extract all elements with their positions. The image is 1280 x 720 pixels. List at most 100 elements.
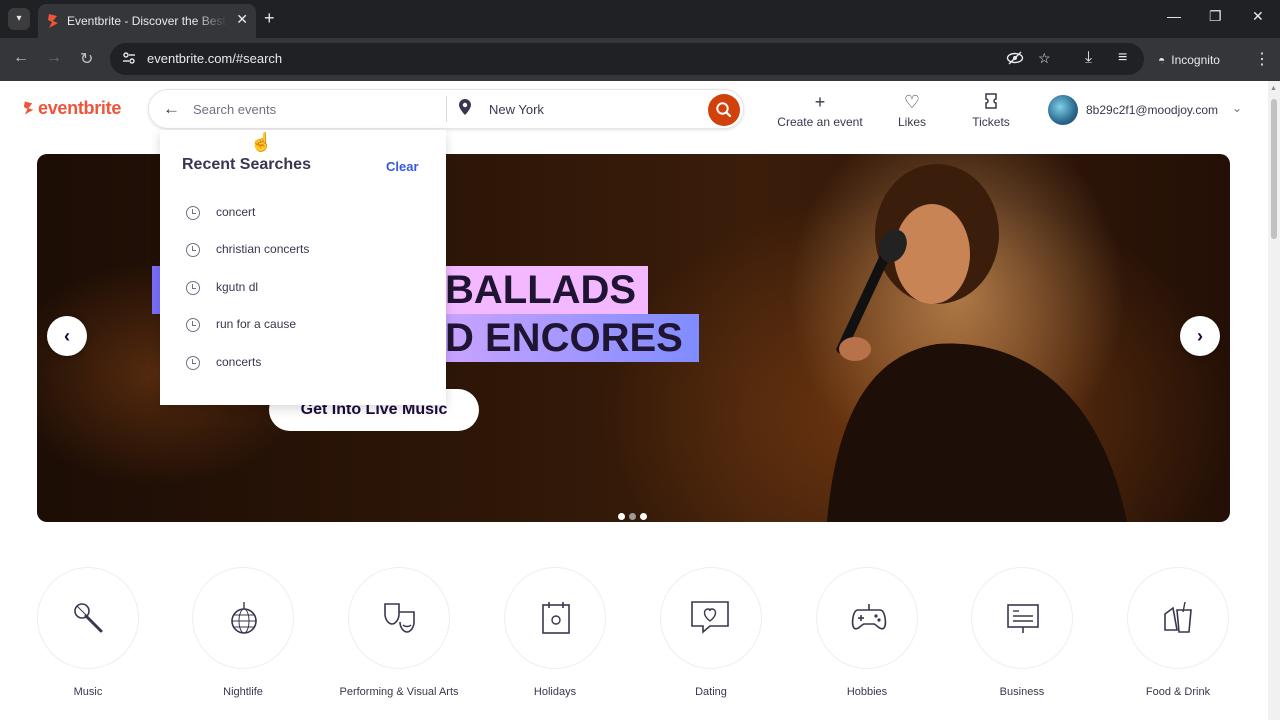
category-circle[interactable] [660, 567, 762, 669]
user-avatar[interactable] [1048, 95, 1078, 125]
omnibox[interactable]: eventbrite.com/#search ☆ [110, 43, 1144, 75]
clock-icon [186, 356, 200, 370]
category-circle[interactable] [192, 567, 294, 669]
carousel-dot[interactable] [640, 513, 647, 520]
category-name: Nightlife [223, 686, 263, 698]
category-holidays[interactable]: Holidays [490, 567, 620, 700]
recent-search-item[interactable]: concert [184, 203, 424, 227]
site-settings-icon[interactable] [122, 51, 136, 65]
incognito-indicator[interactable]: ◓ Incognito [1150, 46, 1228, 74]
download-icon[interactable]: ⤓ [1085, 49, 1092, 67]
browser-menu-icon[interactable]: ⋮ [1254, 49, 1270, 69]
calendar-sun-icon [542, 602, 570, 634]
category-hobbies[interactable]: Hobbies [802, 567, 932, 700]
search-icon [716, 102, 732, 118]
recent-search-item[interactable]: run for a cause [184, 315, 424, 339]
category-circle[interactable] [37, 567, 139, 669]
back-icon[interactable]: ← [13, 49, 29, 67]
window-close-button[interactable]: ✕ [1252, 8, 1264, 25]
category-performing-visual-arts[interactable]: Performing & Visual Arts [334, 567, 464, 700]
clock-icon [186, 281, 200, 295]
theater-masks-icon [384, 603, 415, 633]
location-value[interactable]: New York [489, 102, 544, 117]
category-business[interactable]: Business [957, 567, 1087, 700]
eventbrite-page: eventbrite ← New York + Create an event … [0, 81, 1280, 720]
category-food-drink[interactable]: Food & Drink [1113, 567, 1243, 700]
forward-icon[interactable]: → [46, 49, 62, 67]
new-tab-button[interactable]: + [264, 8, 275, 28]
page-scrollbar[interactable]: ▲ [1268, 81, 1280, 720]
eventbrite-logo[interactable]: eventbrite [22, 98, 121, 119]
search-back-arrow-icon[interactable]: ← [163, 99, 180, 119]
disco-ball-icon [231, 602, 257, 634]
category-nightlife[interactable]: Nightlife [178, 567, 308, 700]
window-minimize-button[interactable]: — [1167, 8, 1181, 24]
eventbrite-logo-mark-icon [23, 101, 34, 115]
heart-icon: ♡ [903, 92, 921, 112]
tab-close-icon[interactable]: ✕ [236, 11, 248, 28]
carousel-prev-button[interactable]: ‹ [47, 316, 87, 356]
recent-search-label: christian concerts [216, 242, 310, 256]
url-text[interactable]: eventbrite.com/#search [147, 51, 282, 66]
recent-search-label: concert [216, 205, 256, 219]
category-name: Holidays [533, 686, 577, 698]
category-dating[interactable]: Dating [646, 567, 776, 700]
carousel-next-button[interactable]: › [1180, 316, 1220, 356]
recent-searches-title: Recent Searches [182, 156, 311, 173]
search-bar: ← New York [148, 89, 744, 129]
bookmark-star-icon[interactable]: ☆ [1038, 50, 1051, 67]
search-events-input[interactable] [193, 96, 433, 122]
account-chevron-down-icon[interactable]: ⌄ [1232, 101, 1242, 115]
likes-link[interactable]: ♡ Likes [892, 93, 932, 129]
eventbrite-favicon-icon [48, 14, 58, 28]
tickets-link[interactable]: Tickets [968, 93, 1014, 129]
hand-pointer-cursor-icon: ☝ [250, 132, 273, 152]
browser-tab-active[interactable]: Eventbrite - Discover the Best Local Eve… [38, 4, 256, 38]
incognito-icon: ◓ [1158, 53, 1166, 67]
category-circle[interactable] [1127, 567, 1229, 669]
browser-address-bar: ← → ↻ eventbrite.com/#search ☆ ⤓ ≡ ◓ Inco… [0, 38, 1280, 81]
carousel-dot[interactable] [629, 513, 636, 520]
gamepad-icon [851, 604, 887, 630]
category-circle[interactable] [504, 567, 606, 669]
category-music[interactable]: Music [23, 567, 153, 700]
tracking-protection-eye-icon[interactable] [1006, 50, 1024, 69]
clear-recent-searches-button[interactable]: Clear [386, 159, 419, 174]
likes-label: Likes [897, 115, 926, 129]
chat-heart-icon [691, 601, 729, 634]
recent-search-item[interactable]: kgutn dl [184, 278, 424, 302]
media-playlist-icon[interactable]: ≡ [1118, 49, 1127, 67]
recent-search-item[interactable]: concerts [184, 353, 424, 377]
category-name: Dating [695, 686, 727, 698]
recent-search-item[interactable]: christian concerts [184, 240, 424, 264]
recent-searches-dropdown: Recent Searches Clear concert christian … [160, 130, 446, 405]
scrollbar-thumb[interactable] [1271, 99, 1277, 239]
category-name: Food & Drink [1145, 686, 1211, 698]
create-event-link[interactable]: + Create an event [776, 93, 864, 129]
tab-search-menu-button[interactable]: ▾ [8, 8, 30, 30]
create-event-label: Create an event [777, 115, 863, 129]
category-name: Hobbies [846, 686, 888, 698]
presentation-board-icon [1007, 604, 1039, 633]
tickets-label: Tickets [972, 115, 1010, 129]
clock-icon [186, 243, 200, 257]
search-submit-button[interactable] [708, 94, 740, 126]
carousel-dots [616, 507, 649, 522]
category-name: Music [73, 686, 103, 698]
reload-icon[interactable]: ↻ [80, 49, 93, 69]
singer-photo [827, 164, 1127, 522]
category-circle[interactable] [348, 567, 450, 669]
plus-icon: + [814, 92, 826, 112]
scroll-up-arrow-icon[interactable]: ▲ [1270, 85, 1277, 92]
category-circle[interactable] [971, 567, 1073, 669]
clock-icon [186, 318, 200, 332]
category-circle[interactable] [816, 567, 918, 669]
category-name: Performing & Visual Arts [339, 686, 459, 698]
drinks-icon [1164, 601, 1192, 633]
window-restore-button[interactable]: ❐ [1209, 8, 1222, 25]
carousel-dot[interactable] [618, 513, 625, 520]
user-email[interactable]: 8b29c2f1@moodjoy.com [1086, 103, 1218, 117]
recent-search-label: kgutn dl [216, 280, 259, 294]
incognito-label: Incognito [1171, 53, 1220, 67]
microphone-icon [74, 603, 103, 633]
